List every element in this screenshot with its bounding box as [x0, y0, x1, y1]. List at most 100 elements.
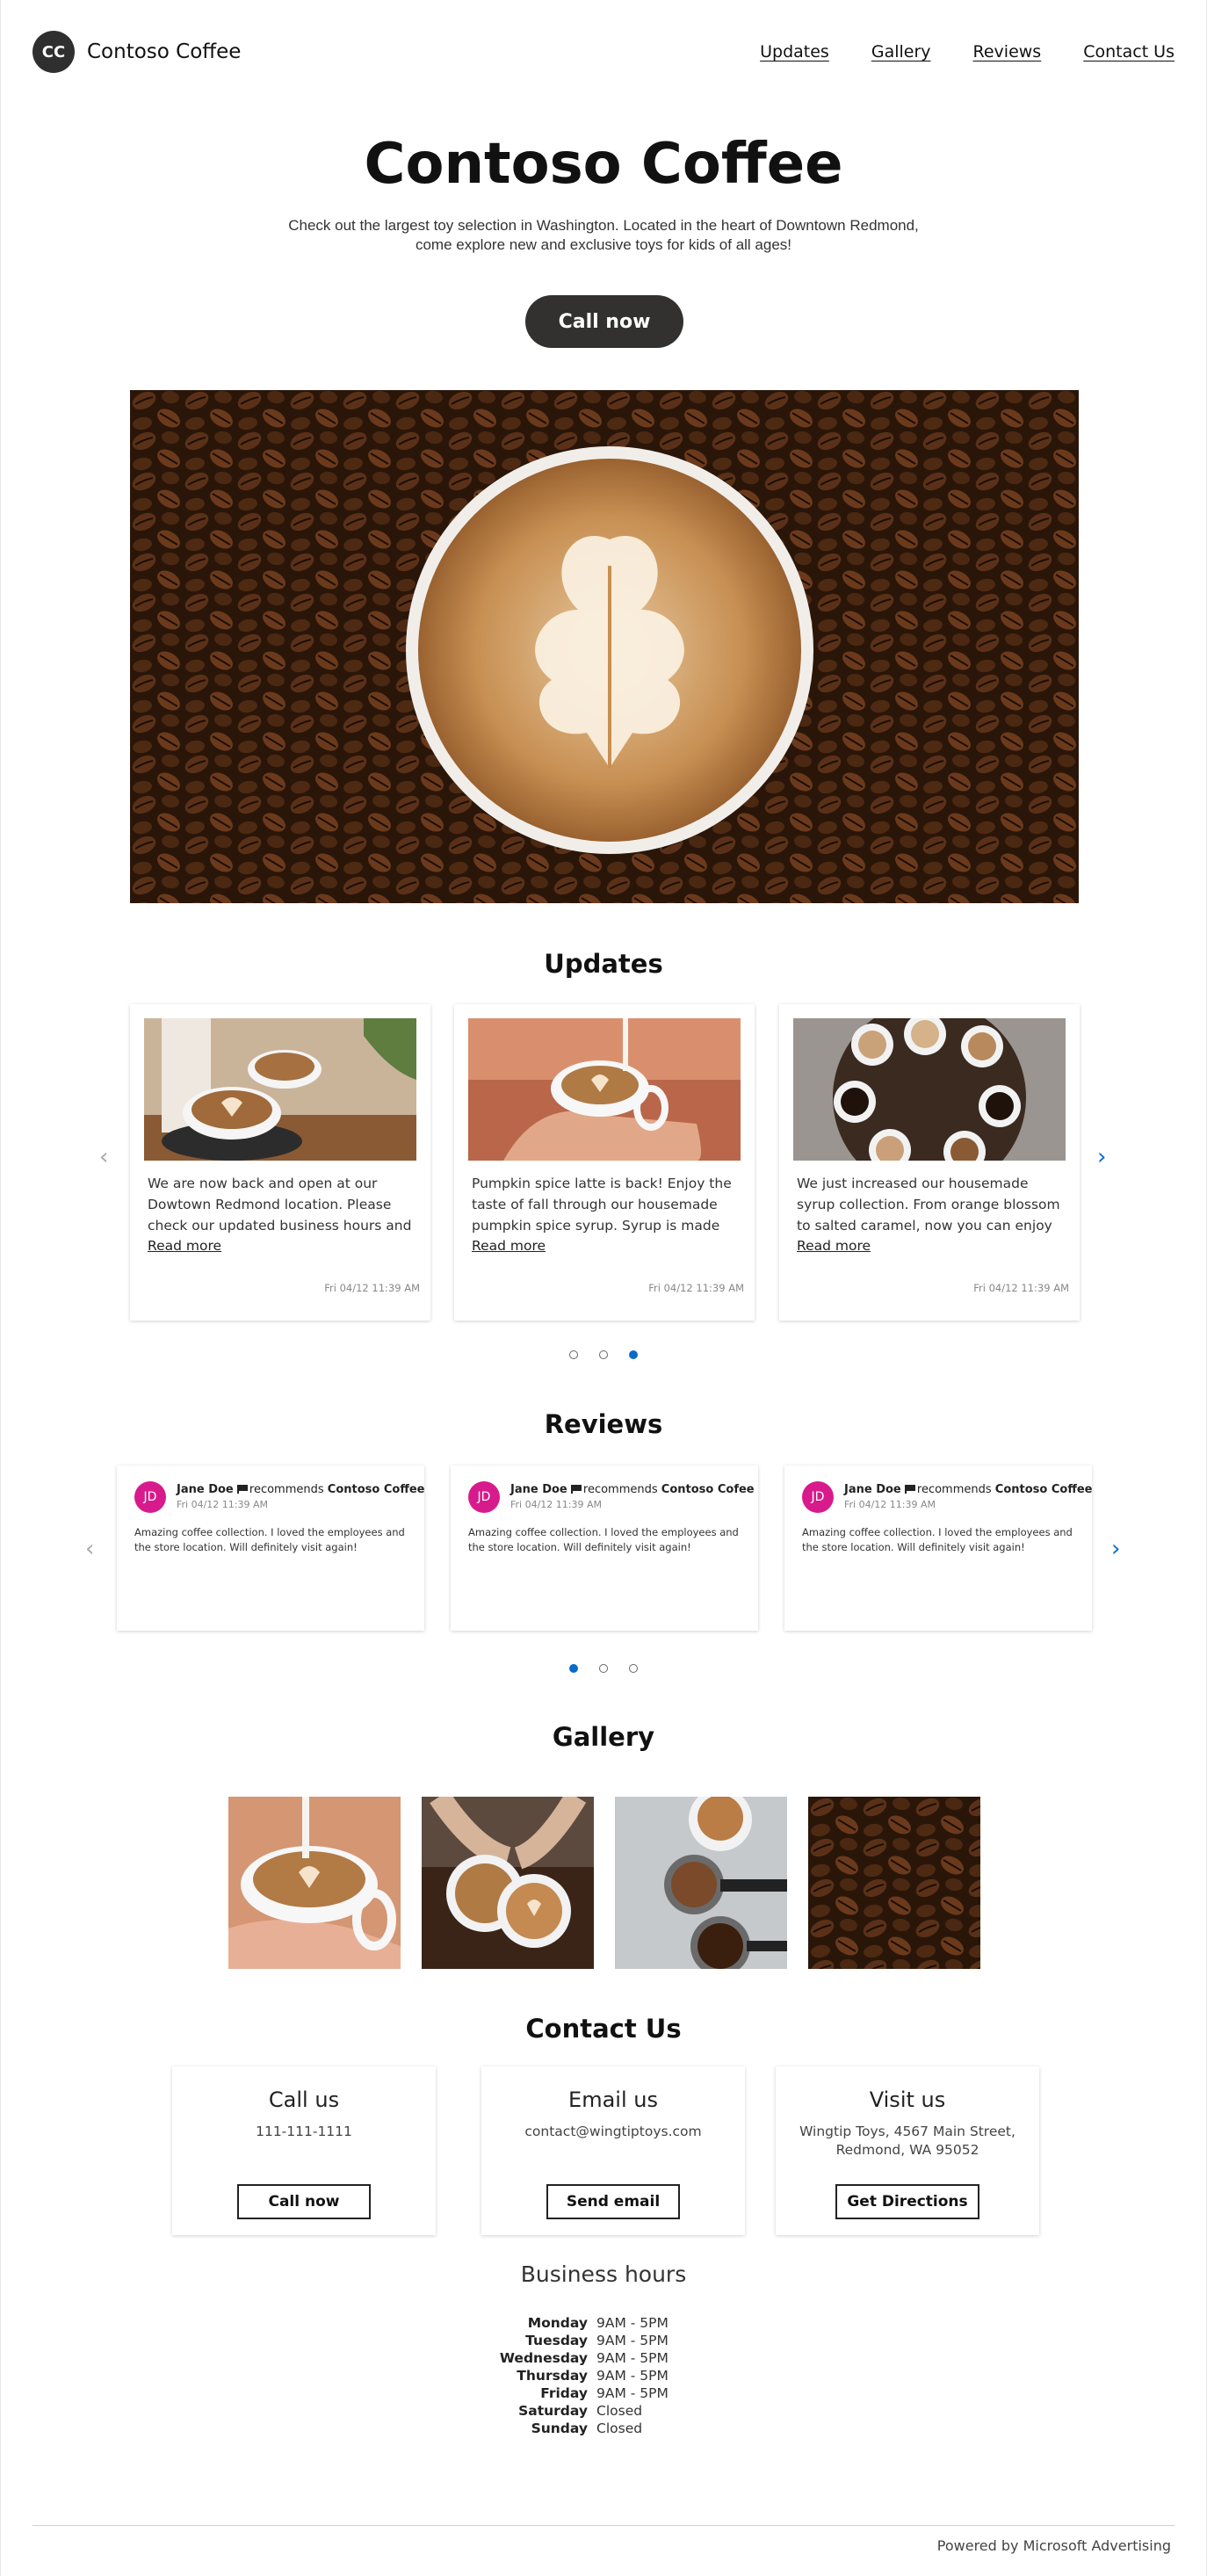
review-headline: Jane Doe recommends Contoso Coffee	[844, 1483, 1092, 1496]
contact-card-visit: Visit us Wingtip Toys, 4567 Main Street,…	[776, 2066, 1039, 2235]
footer-text: Powered by Microsoft Advertising	[936, 2537, 1171, 2554]
get-directions-button[interactable]: Get Directions	[835, 2184, 979, 2219]
business-hours-title: Business hours	[520, 2261, 687, 2287]
review-verb: recommends	[582, 1483, 658, 1496]
gallery-title: Gallery	[552, 1722, 655, 1752]
review-headline: Jane Doe recommends Contoso Cofee	[510, 1483, 755, 1496]
reviews-next-icon[interactable]: ›	[1111, 1536, 1120, 1562]
pagination-dot-active[interactable]	[629, 1350, 638, 1359]
reviews-pagination	[1, 1664, 1206, 1673]
contact-title: Contact Us	[525, 2014, 682, 2044]
review-date: Fri 04/12 11:39 AM	[510, 1499, 603, 1510]
review-text: Amazing coffee collection. I loved the e…	[468, 1526, 739, 1553]
contact-card-info: 111-111-1111	[256, 2124, 352, 2139]
site-header: CC Contoso Coffee Updates Gallery Review…	[33, 26, 1174, 77]
contact-card-title: Visit us	[869, 2088, 946, 2112]
reviewer-name: Jane Doe	[177, 1483, 234, 1496]
read-more-link[interactable]: Read more	[797, 1238, 871, 1254]
hours-row: Thursday 9AM - 5PM	[493, 2367, 721, 2384]
updates-next-icon[interactable]: ›	[1097, 1144, 1106, 1170]
review-card: JD Jane Doe recommends Contoso Cofee Fri…	[451, 1465, 758, 1631]
reviews-prev-icon[interactable]: ‹	[85, 1536, 94, 1562]
update-image	[793, 1018, 1066, 1161]
hours-row: Monday 9AM - 5PM	[493, 2314, 721, 2332]
updates-title: Updates	[544, 949, 663, 979]
read-more-link[interactable]: Read more	[148, 1238, 221, 1254]
hours-row: Sunday Closed	[493, 2420, 721, 2437]
call-now-button[interactable]: Call now	[237, 2184, 371, 2219]
hours-day: Sunday	[531, 2420, 588, 2436]
hours-time: Closed	[596, 2403, 643, 2419]
nav-link-contact[interactable]: Contact Us	[1083, 42, 1174, 62]
hours-day: Monday	[527, 2315, 588, 2331]
gallery-image[interactable]	[615, 1797, 787, 1969]
review-headline: Jane Doe recommends Contoso Coffee	[177, 1483, 424, 1496]
review-card: JD Jane Doe recommends Contoso Coffee Fr…	[117, 1465, 424, 1631]
hours-day: Friday	[540, 2385, 588, 2401]
updates-pagination	[1, 1350, 1206, 1359]
contact-card-call: Call us 111-111-1111 Call now	[172, 2066, 436, 2235]
contact-card-email: Email us contact@wingtiptoys.com Send em…	[481, 2066, 745, 2235]
update-text: Pumpkin spice latte is back! Enjoy the t…	[472, 1176, 732, 1234]
nav-link-gallery[interactable]: Gallery	[871, 42, 931, 62]
hours-day: Tuesday	[525, 2333, 588, 2348]
nav-link-reviews[interactable]: Reviews	[973, 42, 1042, 62]
business-name: Contoso Coffee	[327, 1483, 425, 1496]
hours-day: Wednesday	[499, 2350, 588, 2366]
hours-time: 9AM - 5PM	[596, 2350, 669, 2366]
pagination-dot-active[interactable]	[569, 1664, 578, 1673]
review-verb: recommends	[249, 1483, 324, 1496]
update-image	[468, 1018, 741, 1161]
read-more-link[interactable]: Read more	[472, 1238, 546, 1254]
recommend-icon	[570, 1485, 582, 1494]
call-now-button[interactable]: Call now	[525, 295, 683, 348]
brand-name: Contoso Coffee	[87, 40, 242, 63]
hours-time: Closed	[596, 2420, 643, 2436]
business-name: Contoso Cofee	[661, 1483, 755, 1496]
send-email-button[interactable]: Send email	[546, 2184, 680, 2219]
review-verb: recommends	[916, 1483, 992, 1496]
reviews-title: Reviews	[544, 1409, 663, 1439]
main-nav: Updates Gallery Reviews Contact Us	[760, 42, 1174, 62]
hours-time: 9AM - 5PM	[596, 2385, 669, 2401]
update-card[interactable]: We just increased our housemade syrup co…	[779, 1004, 1080, 1321]
pagination-dot[interactable]	[629, 1664, 638, 1673]
avatar: JD	[468, 1481, 500, 1513]
avatar: JD	[802, 1481, 834, 1513]
business-hours-table: Monday 9AM - 5PM Tuesday 9AM - 5PM Wednesd…	[493, 2314, 721, 2437]
hours-time: 9AM - 5PM	[596, 2333, 669, 2348]
recommend-icon	[236, 1485, 248, 1494]
hours-time: 9AM - 5PM	[596, 2315, 669, 2331]
hero-title: Contoso Coffee	[364, 132, 843, 197]
hours-time: 9AM - 5PM	[596, 2368, 669, 2384]
update-date: Fri 04/12 11:39 AM	[648, 1282, 744, 1294]
update-card[interactable]: Pumpkin spice latte is back! Enjoy the t…	[454, 1004, 755, 1321]
update-card[interactable]: We are now back and open at our Dowtown …	[130, 1004, 430, 1321]
update-date: Fri 04/12 11:39 AM	[973, 1282, 1069, 1294]
brand[interactable]: CC Contoso Coffee	[33, 31, 241, 73]
logo: CC	[33, 31, 75, 73]
review-date: Fri 04/12 11:39 AM	[177, 1499, 269, 1510]
update-text: We just increased our housemade syrup co…	[797, 1176, 1060, 1234]
gallery-image[interactable]	[228, 1797, 401, 1969]
contact-card-title: Email us	[568, 2088, 658, 2112]
hours-row: Saturday Closed	[493, 2402, 721, 2420]
reviewer-name: Jane Doe	[844, 1483, 901, 1496]
pagination-dot[interactable]	[569, 1350, 578, 1359]
contact-card-info: contact@wingtiptoys.com	[524, 2124, 702, 2139]
gallery-image[interactable]	[808, 1797, 980, 1969]
gallery-image[interactable]	[422, 1797, 594, 1969]
update-date: Fri 04/12 11:39 AM	[324, 1282, 420, 1294]
pagination-dot[interactable]	[599, 1350, 608, 1359]
review-card: JD Jane Doe recommends Contoso Coffee Fr…	[784, 1465, 1092, 1631]
pagination-dot[interactable]	[599, 1664, 608, 1673]
update-text: We are now back and open at our Dowtown …	[148, 1176, 412, 1234]
hours-day: Saturday	[518, 2403, 588, 2419]
hours-row: Tuesday 9AM - 5PM	[493, 2332, 721, 2349]
updates-prev-icon[interactable]: ‹	[99, 1144, 108, 1170]
nav-link-updates[interactable]: Updates	[760, 42, 829, 62]
hours-row: Wednesday 9AM - 5PM	[493, 2349, 721, 2367]
hero-image	[130, 390, 1079, 903]
business-name: Contoso Coffee	[994, 1483, 1093, 1496]
review-date: Fri 04/12 11:39 AM	[844, 1499, 936, 1510]
